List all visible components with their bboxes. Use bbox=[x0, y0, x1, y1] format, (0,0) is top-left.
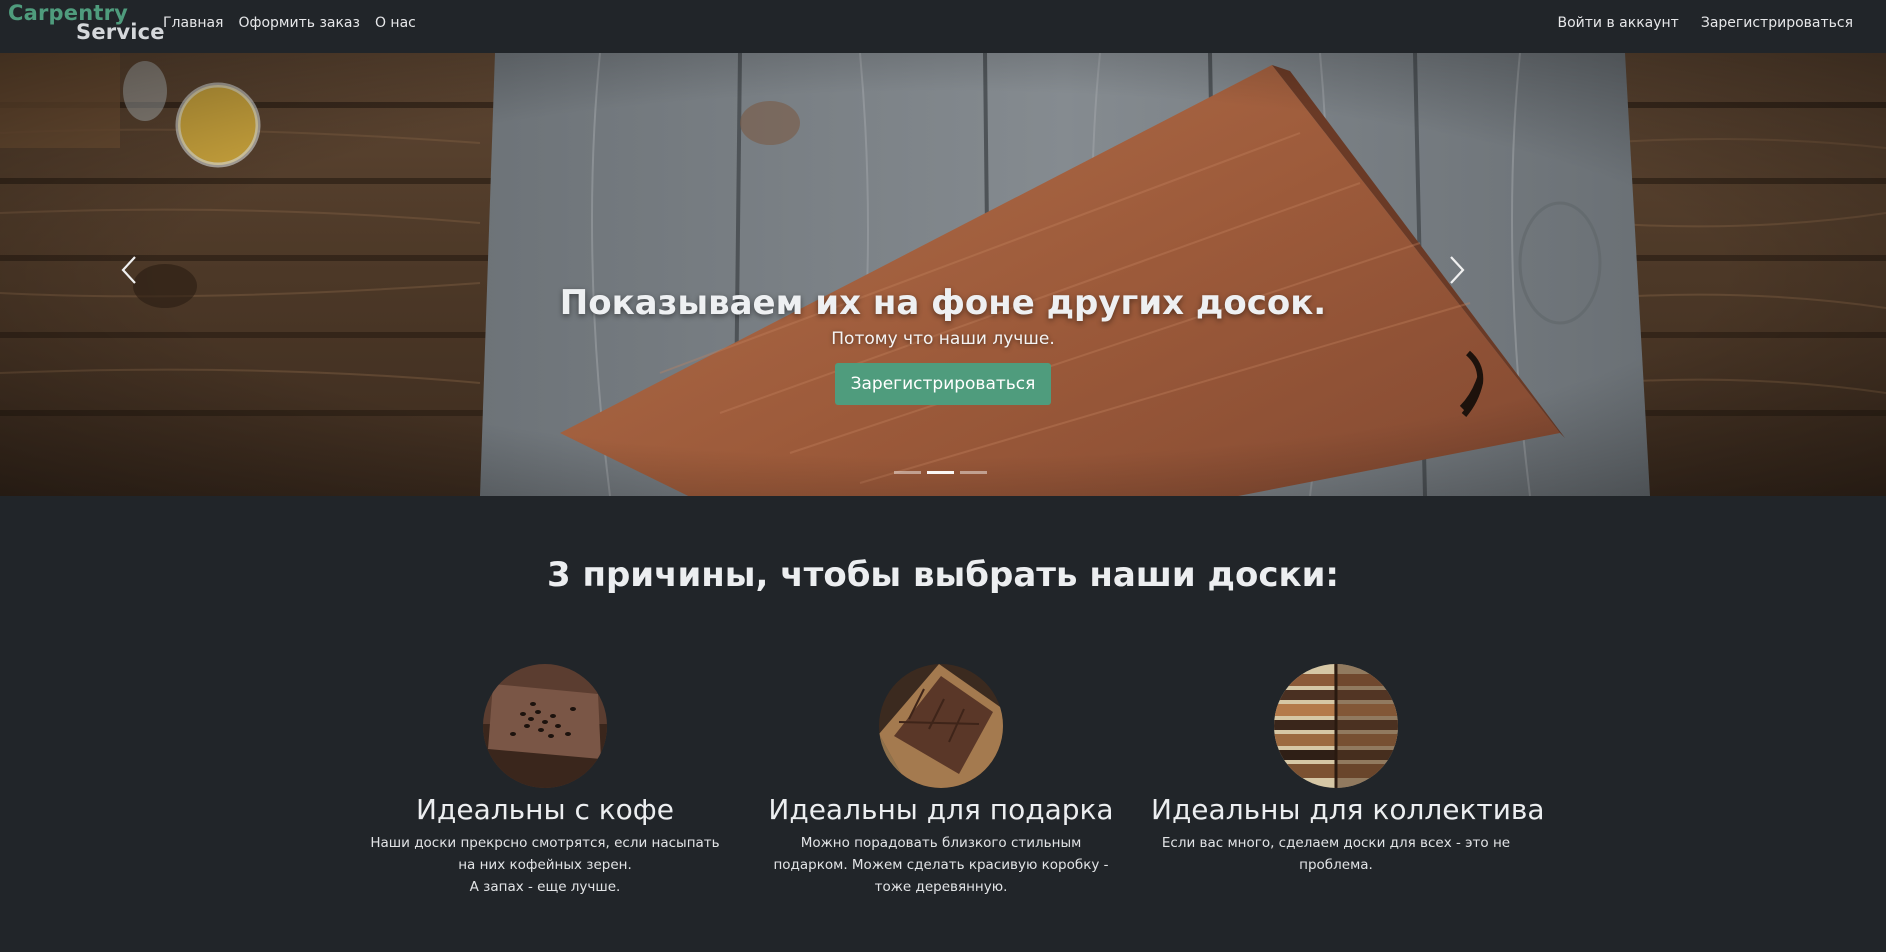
feature-title-gift: Идеальны для подарка bbox=[768, 793, 1114, 826]
carousel-indicator-3[interactable] bbox=[960, 471, 987, 474]
coffee-board-photo bbox=[483, 664, 607, 788]
nav-link-order[interactable]: Оформить заказ bbox=[238, 15, 359, 31]
carousel-indicator-1[interactable] bbox=[894, 471, 921, 474]
chevron-right-icon bbox=[1450, 256, 1465, 284]
feature-title-coffee: Идеальны с кофе bbox=[416, 793, 674, 826]
carousel-indicator-2[interactable] bbox=[927, 471, 954, 474]
feature-title-team: Идеальны для коллектива bbox=[1151, 793, 1545, 826]
top-navbar: Carpentry Service Главная Оформить заказ… bbox=[0, 0, 1886, 53]
carousel-next-button[interactable] bbox=[1439, 253, 1473, 287]
feature-coffee: Идеальны с кофе Наши доски прекрсно смот… bbox=[360, 664, 730, 898]
hero-carousel: Показываем их на фоне других досок. Пото… bbox=[0, 53, 1886, 496]
feature-text-coffee-line1: Наши доски прекрсно смотрятся, если насы… bbox=[370, 835, 720, 873]
stacked-boards-photo bbox=[1274, 664, 1398, 788]
hero-title: Показываем их на фоне других досок. bbox=[559, 283, 1327, 323]
gift-box-photo bbox=[879, 664, 1003, 788]
hero-register-button[interactable]: Зарегистрироваться bbox=[834, 363, 1052, 405]
feature-text-gift: Можно порадовать близкого стильным подар… bbox=[773, 835, 1109, 895]
brand-logo[interactable]: Carpentry Service bbox=[8, 1, 165, 49]
hero-caption: Показываем их на фоне других досок. Пото… bbox=[0, 283, 1886, 405]
chevron-left-icon bbox=[121, 256, 136, 284]
nav-link-about[interactable]: О нас bbox=[375, 15, 416, 31]
feature-text-coffee-line2: А запах - еще лучше. bbox=[469, 879, 621, 895]
main-nav: Главная Оформить заказ О нас bbox=[163, 15, 416, 31]
feature-team: Идеальны для коллектива Если вас много, … bbox=[1151, 664, 1545, 876]
hero-subtitle: Потому что наши лучше. bbox=[831, 329, 1055, 349]
reasons-heading: 3 причины, чтобы выбрать наши доски: bbox=[546, 555, 1340, 595]
register-link[interactable]: Зарегистрироваться bbox=[1701, 15, 1853, 31]
brand-name-line2: Service bbox=[76, 20, 165, 44]
login-link[interactable]: Войти в аккаунт bbox=[1558, 15, 1679, 31]
auth-nav: Войти в аккаунт Зарегистрироваться bbox=[1558, 15, 1854, 31]
feature-gift: Идеальны для подарка Можно порадовать бл… bbox=[756, 664, 1126, 898]
carousel-indicators bbox=[894, 471, 987, 474]
nav-link-home[interactable]: Главная bbox=[163, 15, 223, 31]
hero-background-photo bbox=[0, 53, 1886, 496]
feature-text-team: Если вас много, сделаем доски для всех -… bbox=[1161, 835, 1511, 873]
feature-text-coffee: Наши доски прекрсно смотрятся, если насы… bbox=[370, 832, 720, 898]
carousel-prev-button[interactable] bbox=[113, 253, 147, 287]
